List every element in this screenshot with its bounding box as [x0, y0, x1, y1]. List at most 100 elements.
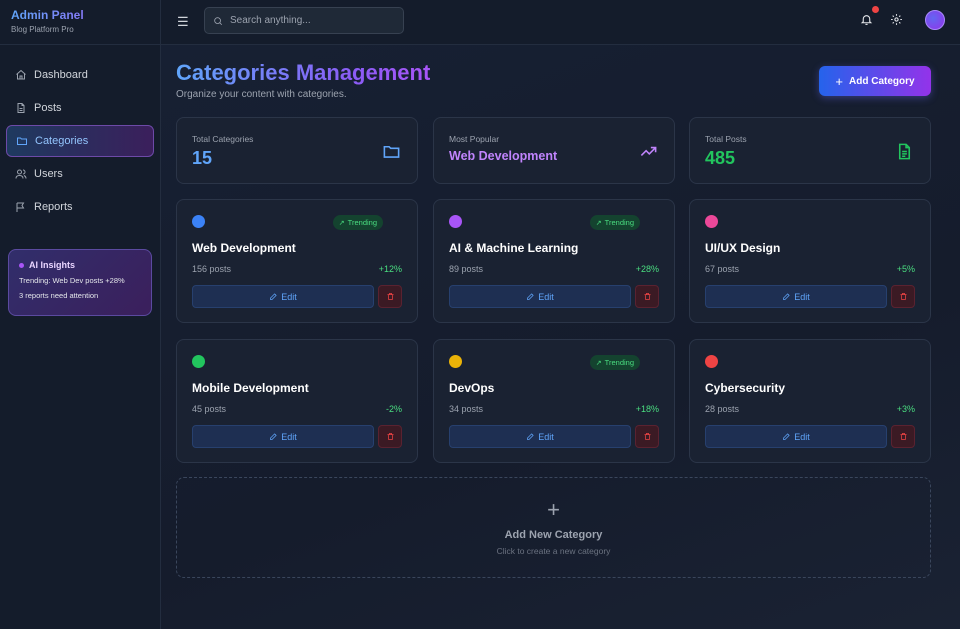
sidebar-item-categories[interactable]: Categories — [6, 125, 154, 157]
category-name: Web Development — [192, 241, 296, 255]
page-subtitle: Organize your content with categories. — [176, 89, 347, 100]
stat-value: Web Development — [449, 149, 558, 163]
brand-title: Admin Panel — [11, 8, 149, 22]
add-new-category-tile[interactable]: + Add New Category Click to create a new… — [176, 477, 931, 578]
settings-button[interactable] — [890, 13, 903, 26]
category-name: DevOps — [449, 381, 495, 395]
stat-label: Most Popular — [449, 134, 500, 144]
page-title: Categories Management — [176, 60, 431, 85]
trending-badge: ↗ Trending — [589, 355, 640, 370]
category-color-dot — [192, 355, 205, 368]
trending-label: Trending — [604, 358, 634, 367]
trash-icon — [644, 293, 650, 300]
category-card: Mobile Development 45 posts -2% Edit — [176, 339, 418, 463]
sidebar-item-dashboard[interactable]: Dashboard — [6, 59, 154, 91]
delete-button[interactable] — [378, 285, 402, 308]
search-bar[interactable] — [204, 7, 404, 34]
category-change: +5% — [896, 264, 915, 274]
category-name: Cybersecurity — [705, 381, 786, 395]
stat-total-categories: Total Categories 15 — [176, 117, 418, 184]
delete-button[interactable] — [891, 285, 915, 308]
pencil-icon — [527, 433, 534, 440]
ai-insight-reports: 3 reports need attention — [19, 291, 99, 300]
trend-arrow-icon: ↗ — [338, 219, 345, 227]
pencil-icon — [270, 433, 277, 440]
category-name: AI & Machine Learning — [449, 241, 579, 255]
category-change: +12% — [378, 264, 402, 274]
category-post-count: 45 posts — [192, 404, 227, 414]
edit-button[interactable]: Edit — [705, 425, 887, 448]
category-change: +18% — [635, 404, 659, 414]
trending-label: Trending — [347, 218, 377, 227]
delete-button[interactable] — [378, 425, 402, 448]
sidebar-item-users[interactable]: Users — [6, 158, 154, 190]
edit-label: Edit — [794, 431, 810, 442]
category-name: UI/UX Design — [705, 241, 781, 255]
trending-up-icon — [639, 142, 658, 161]
add-new-category-title: Add New Category — [504, 529, 603, 541]
edit-button[interactable]: Edit — [449, 425, 631, 448]
delete-button[interactable] — [635, 425, 659, 448]
category-post-count: 67 posts — [705, 264, 740, 274]
edit-button[interactable]: Edit — [192, 425, 374, 448]
edit-label: Edit — [281, 291, 297, 302]
home-icon — [16, 69, 26, 80]
add-category-button[interactable]: + Add Category — [819, 66, 931, 96]
stat-label: Total Categories — [192, 134, 254, 144]
sidebar-nav: Dashboard Posts Categories Users Reports — [0, 45, 160, 223]
pencil-icon — [527, 293, 534, 300]
topbar: ☰ — [161, 0, 960, 45]
edit-button[interactable]: Edit — [449, 285, 631, 308]
category-post-count: 156 posts — [192, 264, 232, 274]
category-color-dot — [705, 355, 718, 368]
stat-value: 485 — [705, 148, 736, 168]
category-change: +28% — [635, 264, 659, 274]
search-icon — [214, 16, 223, 25]
edit-label: Edit — [538, 431, 554, 442]
add-category-label: Add Category — [849, 75, 915, 87]
delete-button[interactable] — [635, 285, 659, 308]
pencil-icon — [783, 433, 790, 440]
category-change: +3% — [896, 404, 915, 414]
sidebar-item-reports[interactable]: Reports — [6, 191, 154, 223]
gear-icon — [891, 14, 902, 25]
plus-icon: + — [835, 73, 844, 89]
category-card: ↗ Trending DevOps 34 posts +18% Edit — [433, 339, 675, 463]
file-icon — [17, 103, 25, 113]
flag-icon — [16, 202, 25, 212]
edit-button[interactable]: Edit — [705, 285, 887, 308]
sidebar-item-label: Users — [34, 168, 63, 180]
ai-insights-title: AI Insights — [19, 260, 141, 270]
notification-badge — [872, 6, 879, 13]
category-post-count: 34 posts — [449, 404, 484, 414]
folder-icon — [17, 137, 27, 145]
stat-total-posts: Total Posts 485 — [689, 117, 931, 184]
folder-icon — [382, 142, 401, 161]
edit-button[interactable]: Edit — [192, 285, 374, 308]
brand-subtitle: Blog Platform Pro — [11, 25, 74, 34]
category-color-dot — [705, 215, 718, 228]
delete-button[interactable] — [891, 425, 915, 448]
add-new-category-subtitle: Click to create a new category — [496, 546, 611, 556]
sidebar-item-label: Categories — [35, 135, 89, 147]
category-name: Mobile Development — [192, 381, 309, 395]
category-card: ↗ Trending AI & Machine Learning 89 posts… — [433, 199, 675, 323]
hamburger-icon[interactable]: ☰ — [177, 15, 189, 28]
trash-icon — [900, 293, 906, 300]
category-color-dot — [192, 215, 205, 228]
search-input[interactable] — [230, 15, 390, 26]
category-card: UI/UX Design 67 posts +5% Edit — [689, 199, 931, 323]
pencil-icon — [783, 293, 790, 300]
stat-label: Total Posts — [705, 134, 747, 144]
ai-insight-trending: Trending: Web Dev posts +28% — [19, 276, 125, 285]
trash-icon — [644, 433, 650, 440]
document-icon — [895, 142, 914, 161]
notifications-button[interactable] — [860, 6, 879, 26]
sidebar-item-posts[interactable]: Posts — [6, 92, 154, 124]
stat-value: 15 — [192, 148, 213, 168]
sidebar-item-label: Dashboard — [34, 69, 88, 81]
trending-badge: ↗ Trending — [332, 215, 383, 230]
category-change: -2% — [385, 404, 402, 414]
avatar[interactable] — [925, 10, 945, 30]
plus-icon: + — [547, 497, 560, 522]
